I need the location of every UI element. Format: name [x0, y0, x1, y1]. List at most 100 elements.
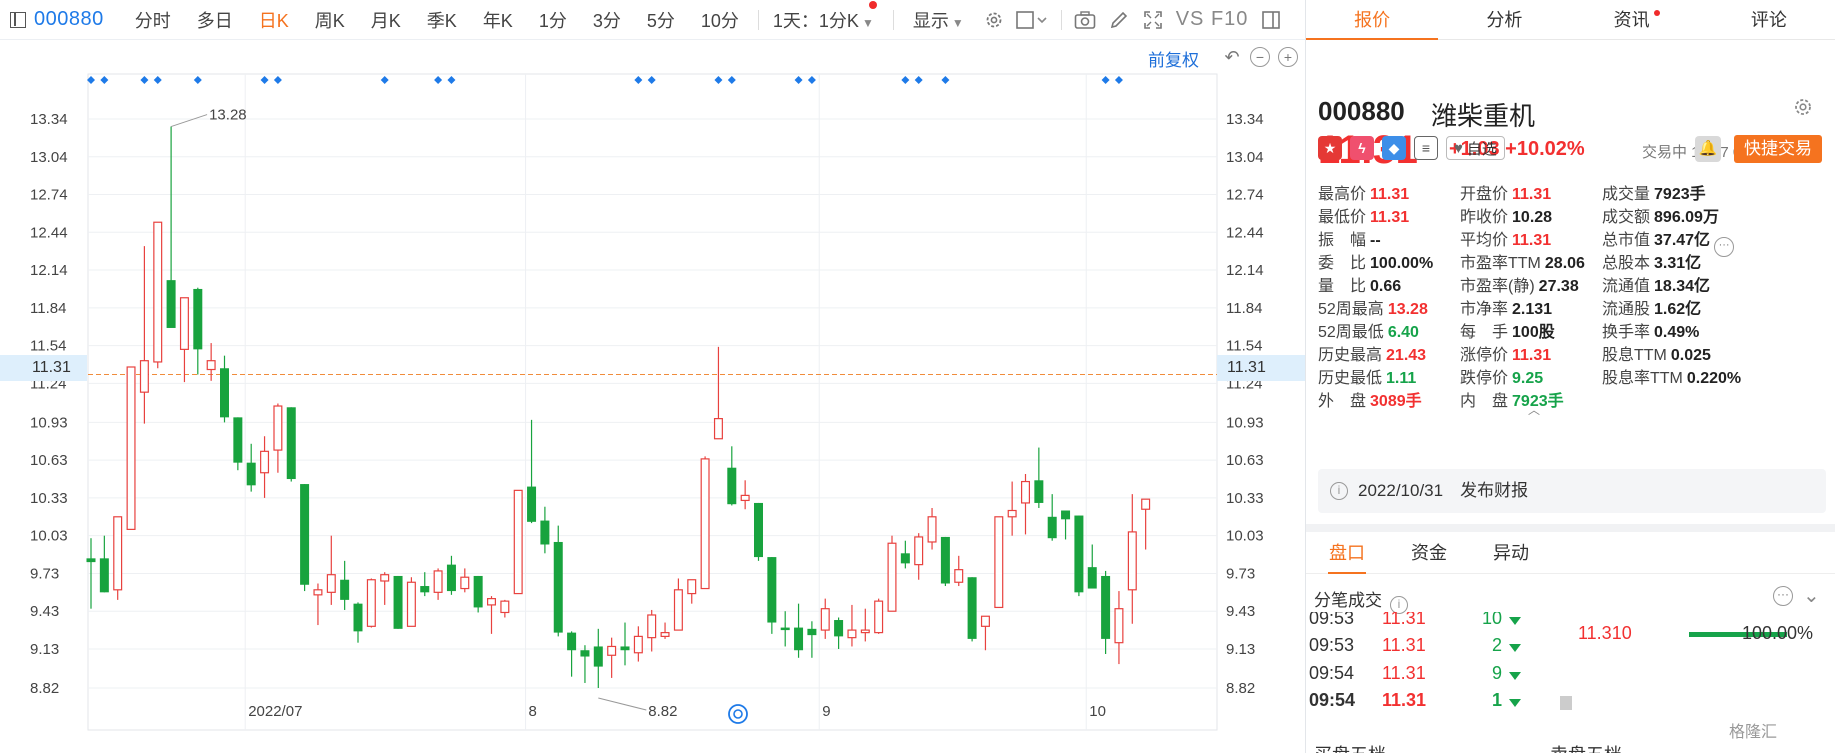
- candle[interactable]: [900, 540, 910, 569]
- more-icon[interactable]: ···: [1773, 586, 1793, 606]
- candle[interactable]: [940, 536, 950, 587]
- sidebar-toggle-icon[interactable]: [10, 11, 26, 28]
- candle[interactable]: [620, 622, 630, 666]
- candle[interactable]: [820, 598, 830, 639]
- candle[interactable]: [1141, 498, 1151, 550]
- candle[interactable]: [233, 417, 243, 471]
- chevron-up-icon[interactable]: ︿: [1528, 401, 1540, 418]
- event-diamond-icon[interactable]: [434, 76, 443, 84]
- event-diamond-icon[interactable]: [1101, 76, 1110, 84]
- quote-tab-0[interactable]: 报价: [1306, 0, 1439, 40]
- candle[interactable]: [300, 484, 310, 592]
- period-tab-4[interactable]: 月K: [371, 7, 401, 33]
- frame-select-icon[interactable]: [1015, 7, 1051, 33]
- candle[interactable]: [353, 602, 363, 643]
- candle[interactable]: [420, 572, 430, 597]
- candle[interactable]: [487, 596, 497, 634]
- period-tab-9[interactable]: 5分: [647, 7, 675, 33]
- candle[interactable]: [740, 480, 750, 510]
- event-diamond-icon[interactable]: [914, 76, 923, 84]
- candle[interactable]: [540, 506, 550, 554]
- candle[interactable]: [593, 628, 603, 688]
- candle[interactable]: [206, 343, 216, 381]
- candle[interactable]: [567, 631, 577, 677]
- interval-select[interactable]: 1天：1分K ▼: [773, 0, 877, 33]
- period-tab-2[interactable]: 日K: [259, 7, 289, 33]
- candle[interactable]: [954, 555, 964, 587]
- event-diamond-icon[interactable]: [727, 76, 736, 84]
- candle[interactable]: [834, 617, 844, 649]
- candle[interactable]: [754, 502, 763, 561]
- period-tab-8[interactable]: 3分: [593, 7, 621, 33]
- bookmark-icon[interactable]: ≡: [1414, 136, 1438, 160]
- candle[interactable]: [1007, 481, 1017, 536]
- toolbar-stock-code[interactable]: 000880: [34, 8, 104, 31]
- candle[interactable]: [780, 611, 790, 647]
- more-icon[interactable]: ···: [1714, 237, 1735, 257]
- event-diamond-icon[interactable]: [100, 76, 109, 84]
- candle[interactable]: [553, 525, 563, 637]
- gear-icon[interactable]: [1792, 96, 1814, 124]
- event-diamond-icon[interactable]: [140, 76, 149, 84]
- candle[interactable]: [633, 626, 643, 662]
- candle[interactable]: [580, 645, 590, 683]
- candle[interactable]: [393, 575, 403, 629]
- candle[interactable]: [980, 615, 990, 651]
- bell-icon[interactable]: 🔔: [1695, 136, 1721, 162]
- period-tab-5[interactable]: 季K: [427, 7, 457, 33]
- quote-tab-3[interactable]: 评论: [1703, 0, 1835, 39]
- candle[interactable]: [700, 456, 710, 590]
- candle[interactable]: [406, 577, 416, 627]
- event-diamond-icon[interactable]: [273, 76, 282, 84]
- candle[interactable]: [874, 598, 884, 634]
- event-diamond-icon[interactable]: [447, 76, 456, 84]
- period-tab-6[interactable]: 年K: [483, 7, 513, 33]
- candle[interactable]: [607, 637, 617, 678]
- candle[interactable]: [1074, 515, 1084, 597]
- add-watchlist-button[interactable]: ♥ 自选: [1446, 136, 1505, 160]
- quote-tab-2[interactable]: 资讯: [1571, 0, 1703, 39]
- candle[interactable]: [647, 609, 657, 652]
- candle[interactable]: [139, 246, 149, 424]
- event-diamond-icon[interactable]: [193, 76, 202, 84]
- period-tab-10[interactable]: 10分: [701, 7, 739, 33]
- candle[interactable]: [1087, 544, 1097, 589]
- candle[interactable]: [1020, 473, 1030, 535]
- candle[interactable]: [500, 599, 510, 618]
- sub-tab-2[interactable]: 异动: [1470, 532, 1552, 573]
- candle[interactable]: [433, 568, 443, 600]
- tag-icon[interactable]: ◆: [1382, 136, 1406, 160]
- candle[interactable]: [914, 533, 924, 580]
- event-diamond-icon[interactable]: [1114, 76, 1123, 84]
- pencil-icon[interactable]: [1106, 7, 1132, 33]
- event-diamond-icon[interactable]: [901, 76, 910, 84]
- candle[interactable]: [887, 535, 897, 612]
- event-diamond-icon[interactable]: [941, 76, 950, 84]
- candle[interactable]: [673, 578, 683, 631]
- candle[interactable]: [727, 446, 737, 506]
- candle[interactable]: [807, 621, 817, 658]
- china-flag-icon[interactable]: ★: [1318, 136, 1342, 160]
- period-tab-1[interactable]: 多日: [197, 7, 233, 33]
- sub-tab-0[interactable]: 盘口: [1306, 532, 1388, 574]
- camera-icon[interactable]: [1072, 7, 1098, 33]
- quote-tab-1[interactable]: 分析: [1438, 0, 1570, 39]
- event-diamond-icon[interactable]: [260, 76, 269, 84]
- quick-trade-button[interactable]: 快捷交易: [1734, 135, 1822, 163]
- candle[interactable]: [460, 568, 470, 593]
- candle[interactable]: [326, 535, 336, 605]
- candle[interactable]: [1127, 494, 1137, 624]
- candle[interactable]: [1047, 494, 1057, 541]
- candle[interactable]: [1101, 570, 1111, 655]
- candle[interactable]: [153, 221, 163, 369]
- event-diamond-icon[interactable]: [807, 76, 816, 84]
- expand-icon[interactable]: ⌄: [1803, 583, 1820, 608]
- display-select[interactable]: 显示 ▼: [913, 7, 964, 33]
- event-diamond-icon[interactable]: [153, 76, 162, 84]
- lightning-icon[interactable]: ϟ: [1350, 136, 1374, 160]
- event-diamond-icon[interactable]: [647, 76, 656, 84]
- candle[interactable]: [313, 583, 323, 626]
- candle[interactable]: [660, 622, 670, 639]
- candle[interactable]: [687, 579, 697, 604]
- candle[interactable]: [260, 436, 270, 498]
